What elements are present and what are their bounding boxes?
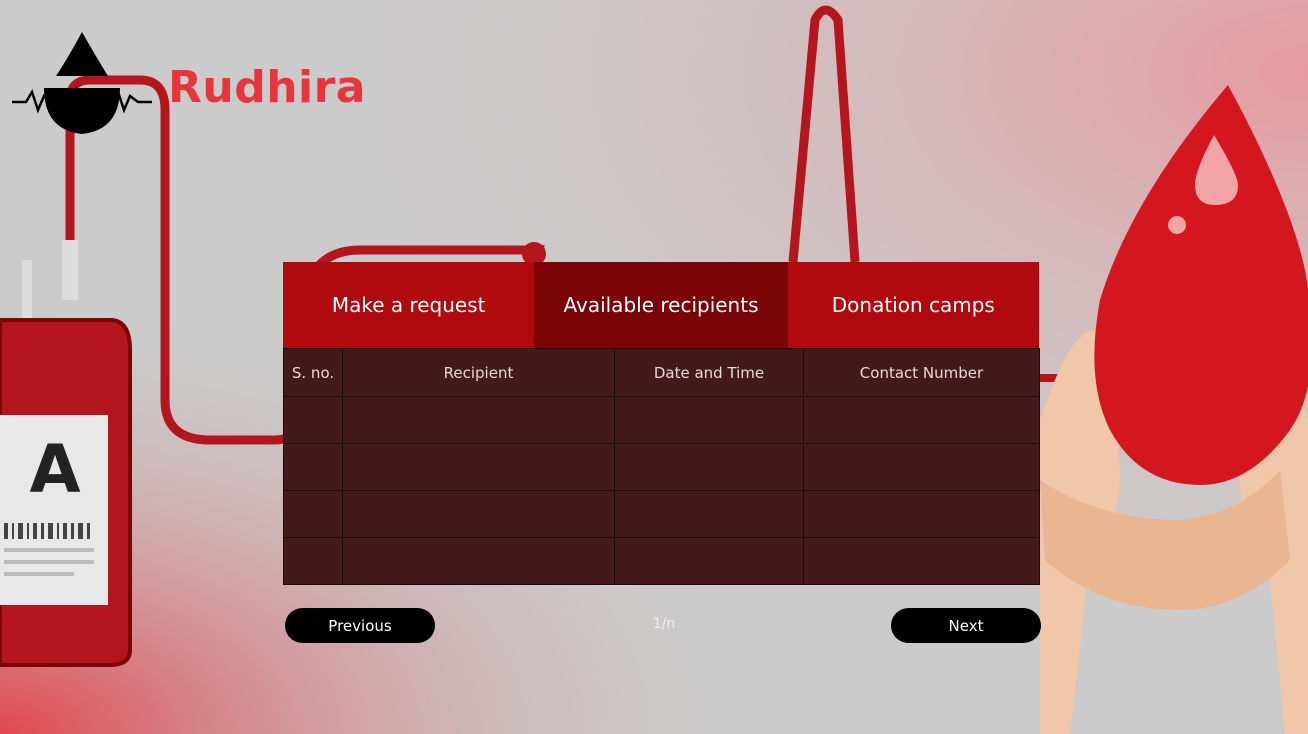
table-cell: [803, 396, 1040, 444]
table-cell: [283, 443, 343, 491]
column-header-contact: Contact Number: [803, 348, 1040, 397]
logo-icon: [12, 32, 152, 134]
table-header-row: S. no. Recipient Date and Time Contact N…: [283, 348, 1040, 397]
column-header-serial: S. no.: [283, 348, 343, 397]
table-cell: [614, 537, 804, 585]
table-cell: [614, 443, 804, 491]
table-cell: [342, 396, 615, 444]
table-cell: [614, 396, 804, 444]
next-button[interactable]: Next: [891, 608, 1041, 643]
tab-available-recipients[interactable]: Available recipients: [535, 262, 788, 348]
table-cell: [614, 490, 804, 538]
brand-name: Rudhira: [168, 62, 366, 113]
table-row: [283, 490, 1040, 538]
table-row: [283, 443, 1040, 491]
recipients-table: S. no. Recipient Date and Time Contact N…: [283, 348, 1040, 585]
blood-type-label: A: [29, 431, 80, 508]
table-cell: [342, 490, 615, 538]
table-cell: [283, 537, 343, 585]
page-indicator: 1/n: [652, 616, 676, 632]
table-cell: [283, 490, 343, 538]
table-cell: [283, 396, 343, 444]
previous-button[interactable]: Previous: [285, 608, 435, 643]
tab-make-request[interactable]: Make a request: [283, 262, 536, 348]
table-cell: [803, 537, 1040, 585]
table-row: [283, 537, 1040, 585]
table-cell: [803, 490, 1040, 538]
tab-donation-camps[interactable]: Donation camps: [787, 262, 1039, 348]
table-cell: [342, 537, 615, 585]
tab-bar: Make a request Available recipients Dona…: [283, 262, 1039, 348]
column-header-date-time: Date and Time: [614, 348, 804, 397]
table-cell: [342, 443, 615, 491]
column-header-recipient: Recipient: [342, 348, 615, 397]
table-row: [283, 396, 1040, 444]
table-cell: [803, 443, 1040, 491]
